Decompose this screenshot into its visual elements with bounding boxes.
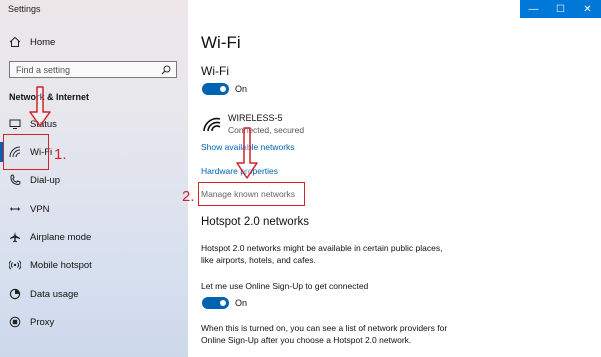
annotation-arrow-2 [236, 127, 258, 179]
annotation-arrow-1 [29, 86, 51, 127]
annotation-arrows [29, 86, 258, 179]
